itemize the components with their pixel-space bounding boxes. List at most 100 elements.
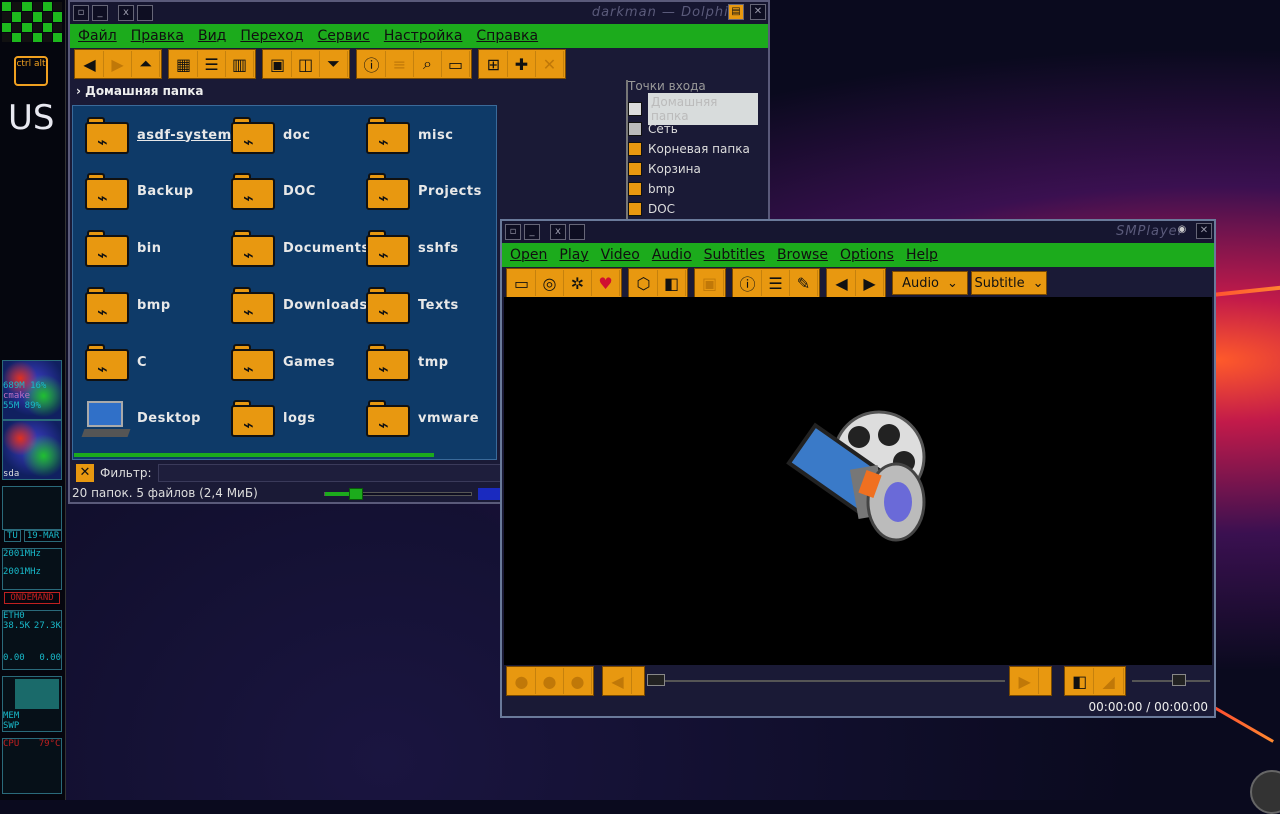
menu-options[interactable]: Options bbox=[840, 247, 894, 263]
fullscreen-icon[interactable]: ▣ bbox=[696, 270, 724, 296]
menu-help[interactable]: Справка bbox=[476, 28, 538, 44]
file-item[interactable]: ⌁ bin bbox=[83, 227, 162, 269]
prev-chapter-icon[interactable]: ◀ bbox=[828, 270, 856, 296]
forward-icon[interactable]: ▶ bbox=[1011, 668, 1040, 694]
open-file-icon[interactable]: ▭ bbox=[508, 270, 536, 296]
search-icon[interactable]: ⌕ bbox=[414, 51, 442, 77]
file-item[interactable]: ⌁ sshfs bbox=[364, 227, 459, 269]
close-x-button[interactable]: x bbox=[118, 5, 134, 21]
place-bmp[interactable]: bmp bbox=[628, 179, 768, 199]
up-icon[interactable]: ⏶ bbox=[132, 51, 160, 77]
file-item[interactable]: ⌁ DOC bbox=[229, 170, 316, 212]
stop-icon[interactable]: ● bbox=[564, 668, 592, 694]
close-x-button[interactable]: x bbox=[550, 224, 566, 240]
rewind-icon[interactable]: ◀ bbox=[604, 668, 632, 694]
file-item[interactable]: ⌁ Documents bbox=[229, 227, 370, 269]
menu-view[interactable]: Вид bbox=[198, 28, 226, 44]
preferences-icon[interactable]: ✎ bbox=[790, 270, 818, 296]
file-item[interactable]: Desktop bbox=[81, 397, 201, 439]
menu-help[interactable]: Help bbox=[906, 247, 938, 263]
compact-icon[interactable]: ◧ bbox=[1066, 668, 1095, 694]
menu-tools[interactable]: Сервис bbox=[318, 28, 370, 44]
minimize-button[interactable]: _ bbox=[92, 5, 108, 21]
file-item[interactable]: ⌁ Texts bbox=[364, 284, 459, 326]
info-icon[interactable]: ⓘ bbox=[734, 270, 762, 296]
scrollbar-horizontal[interactable] bbox=[74, 453, 434, 457]
back-icon[interactable]: ◀ bbox=[76, 51, 104, 77]
file-item[interactable]: ⌁ C bbox=[83, 341, 147, 383]
open-disc-icon[interactable]: ◎ bbox=[536, 270, 564, 296]
shade-button[interactable] bbox=[137, 5, 153, 21]
next-chapter-icon[interactable]: ▶ bbox=[856, 270, 884, 296]
menu-play[interactable]: Play bbox=[559, 247, 588, 263]
window-menu-button[interactable]: ▫ bbox=[505, 224, 521, 240]
audio-select[interactable]: Audio ⌄ bbox=[892, 271, 968, 295]
menu-video[interactable]: Video bbox=[601, 247, 640, 263]
filter-icon[interactable]: ⏷ bbox=[320, 51, 348, 77]
window-menu-button[interactable]: ▫ bbox=[73, 5, 89, 21]
smplayer-titlebar[interactable]: ▫ _ x SMPlayer ◉ ✕ bbox=[502, 221, 1214, 243]
file-item[interactable]: ⌁ Backup bbox=[83, 170, 194, 212]
screenshot-icon[interactable]: ⬡ bbox=[630, 270, 658, 296]
file-item[interactable]: ⌁ asdf-systems bbox=[83, 114, 240, 156]
file-item[interactable]: ⌁ misc bbox=[364, 114, 453, 156]
file-item[interactable]: ⌁ doc bbox=[229, 114, 310, 156]
mute-icon[interactable]: ◢ bbox=[1094, 668, 1125, 694]
file-item[interactable]: ⌁ Downloads bbox=[229, 284, 368, 326]
open-url-icon[interactable]: ✲ bbox=[564, 270, 592, 296]
file-item[interactable]: ⌁ tmp bbox=[364, 341, 449, 383]
keyboard-layout-indicator[interactable]: US bbox=[8, 98, 54, 138]
preview-icon[interactable]: ▣ bbox=[264, 51, 292, 77]
desktop-pager[interactable] bbox=[2, 2, 62, 42]
place-root[interactable]: Корневая папка bbox=[628, 139, 768, 159]
play-icon[interactable]: ● bbox=[508, 668, 536, 694]
file-item[interactable]: ⌁ Games bbox=[229, 341, 335, 383]
columns-view-icon[interactable]: ▥ bbox=[226, 51, 254, 77]
icons-view-icon[interactable]: ▦ bbox=[170, 51, 198, 77]
file-item[interactable]: ⌁ bmp bbox=[83, 284, 171, 326]
minimize-button[interactable]: _ bbox=[524, 224, 540, 240]
playlist-icon[interactable]: ☰ bbox=[762, 270, 790, 296]
place-home[interactable]: Домашняя папка bbox=[628, 93, 768, 125]
seek-bar[interactable] bbox=[646, 673, 1006, 689]
close-button[interactable]: ✕ bbox=[750, 4, 766, 20]
favorites-icon[interactable]: ♥ bbox=[592, 270, 620, 296]
file-name: Desktop bbox=[137, 410, 201, 426]
subtitle-select[interactable]: Subtitle ⌄ bbox=[971, 271, 1047, 295]
breadcrumb[interactable]: › Домашняя папка bbox=[76, 84, 204, 98]
close-button[interactable]: ✕ bbox=[1196, 223, 1212, 239]
forward-icon[interactable]: ▶ bbox=[104, 51, 132, 77]
compact-mode-icon[interactable]: ◧ bbox=[658, 270, 686, 296]
dolphin-titlebar[interactable]: ▫ _ x darkman — Dolphin ▤ ✕ bbox=[70, 2, 768, 24]
sort-icon[interactable]: ≡ bbox=[386, 51, 414, 77]
menu-browse[interactable]: Browse bbox=[777, 247, 828, 263]
menu-settings[interactable]: Настройка bbox=[384, 28, 463, 44]
place-doc[interactable]: DOC bbox=[628, 199, 768, 219]
menu-open[interactable]: Open bbox=[510, 247, 547, 263]
close-tab-icon[interactable]: ✕ bbox=[536, 51, 564, 77]
zoom-slider[interactable] bbox=[324, 488, 472, 500]
menu-file[interactable]: Файл bbox=[78, 28, 117, 44]
new-tab-icon[interactable]: ⊞ bbox=[480, 51, 508, 77]
add-icon[interactable]: ✚ bbox=[508, 51, 536, 77]
file-item[interactable]: ⌁ vmware bbox=[364, 397, 479, 439]
split-icon[interactable]: ◫ bbox=[292, 51, 320, 77]
volume-slider[interactable] bbox=[1132, 674, 1210, 688]
pause-icon[interactable]: ● bbox=[536, 668, 564, 694]
close-filter-icon[interactable]: ✕ bbox=[76, 464, 94, 482]
shade-button[interactable] bbox=[569, 224, 585, 240]
video-area[interactable] bbox=[504, 297, 1212, 665]
info-icon[interactable]: ⓘ bbox=[358, 51, 386, 77]
terminal-icon[interactable]: ▭ bbox=[442, 51, 470, 77]
filter-input[interactable] bbox=[157, 464, 502, 482]
menu-audio[interactable]: Audio bbox=[652, 247, 692, 263]
menu-go[interactable]: Переход bbox=[240, 28, 303, 44]
menu-subtitles[interactable]: Subtitles bbox=[704, 247, 765, 263]
place-trash[interactable]: Корзина bbox=[628, 159, 768, 179]
details-view-icon[interactable]: ☰ bbox=[198, 51, 226, 77]
menu-edit[interactable]: Правка bbox=[131, 28, 184, 44]
corner-icon[interactable] bbox=[1250, 770, 1280, 814]
file-item[interactable]: ⌁ Projects bbox=[364, 170, 482, 212]
file-item[interactable]: ⌁ logs bbox=[229, 397, 315, 439]
computer-icon bbox=[81, 397, 131, 439]
